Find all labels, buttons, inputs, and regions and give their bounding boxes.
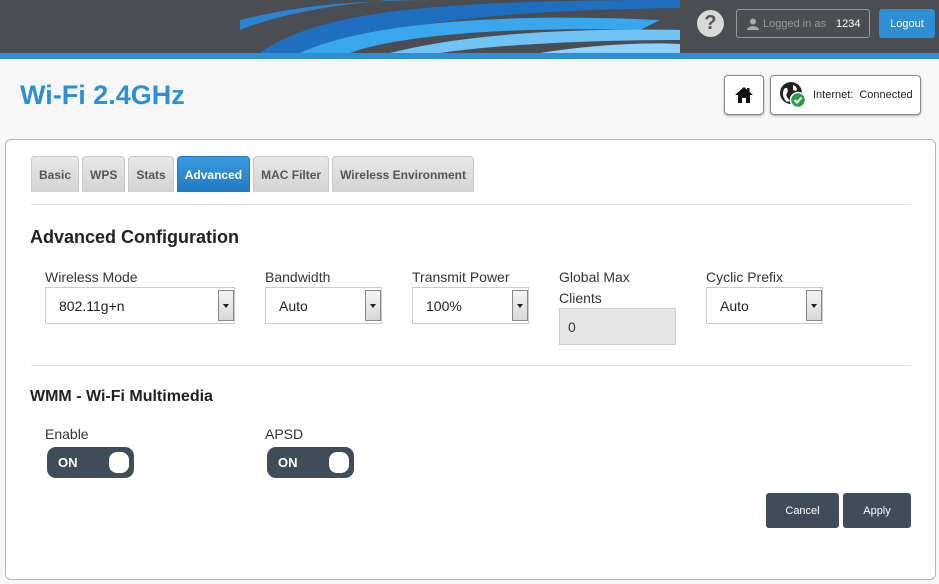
global-max-clients-label-line2: Clients — [559, 290, 602, 306]
divider — [31, 204, 911, 205]
tab-advanced[interactable]: Advanced — [176, 156, 251, 192]
internet-status-value: Connected — [859, 89, 913, 101]
tab-basic[interactable]: Basic — [31, 156, 80, 192]
divider — [31, 365, 911, 366]
logout-button[interactable]: Logout — [879, 9, 935, 38]
cyclic-prefix-select[interactable]: Auto — [706, 287, 823, 324]
section-title-wmm: WMM - Wi-Fi Multimedia — [30, 388, 213, 405]
settings-panel: Basic WPS Stats Advanced MAC Filter Wire… — [5, 139, 936, 580]
global-max-clients-field: 0 — [559, 308, 676, 345]
cyclic-prefix-label: Cyclic Prefix — [706, 269, 784, 285]
user-icon — [747, 18, 759, 30]
page-title: Wi-Fi 2.4GHz — [20, 80, 185, 110]
apply-button[interactable]: Apply — [843, 493, 911, 528]
global-max-clients-label: Global Max Clients — [559, 267, 630, 309]
transmit-power-label: Transmit Power — [412, 269, 510, 285]
bandwidth-label: Bandwidth — [265, 269, 331, 285]
chevron-down-icon — [365, 290, 381, 321]
internet-status-button[interactable]: Internet: Connected — [770, 75, 921, 115]
logged-in-user: 1234 — [836, 17, 861, 30]
transmit-power-select[interactable]: 100% — [412, 287, 529, 324]
tab-bar: Basic WPS Stats Advanced MAC Filter Wire… — [31, 156, 477, 192]
transmit-power-value: 100% — [426, 297, 462, 314]
question-mark-icon: ? — [704, 12, 717, 34]
globe-check-icon — [780, 82, 807, 109]
tab-wireless-environment[interactable]: Wireless Environment — [332, 156, 475, 192]
top-bar: ? Logged in as 1234 Logout — [0, 0, 939, 53]
chevron-down-icon — [806, 290, 822, 321]
global-max-clients-label-line1: Global Max — [559, 269, 630, 285]
wmm-enable-label: Enable — [45, 426, 89, 442]
toggle-knob — [109, 452, 129, 473]
tab-mac-filter[interactable]: MAC Filter — [253, 156, 330, 192]
home-icon — [735, 87, 753, 103]
tab-wps[interactable]: WPS — [82, 156, 126, 192]
brand-swoosh-graphic — [240, 0, 680, 53]
wmm-enable-toggle[interactable]: ON — [47, 447, 134, 478]
wireless-mode-label: Wireless Mode — [45, 269, 138, 285]
chevron-down-icon — [512, 290, 528, 321]
section-title-advanced: Advanced Configuration — [30, 227, 240, 247]
toggle-knob — [329, 452, 349, 473]
apsd-toggle[interactable]: ON — [267, 447, 354, 478]
help-button[interactable]: ? — [697, 10, 724, 37]
apsd-state: ON — [278, 455, 298, 470]
bandwidth-value: Auto — [279, 297, 308, 314]
logged-in-indicator: Logged in as 1234 — [736, 9, 870, 38]
wireless-mode-select[interactable]: 802.11g+n — [45, 287, 235, 324]
cyclic-prefix-value: Auto — [720, 297, 749, 314]
internet-label: Internet: — [813, 89, 854, 101]
chevron-down-icon — [218, 290, 234, 321]
cancel-button[interactable]: Cancel — [766, 493, 839, 528]
bandwidth-select[interactable]: Auto — [265, 287, 382, 324]
top-bar-accent-stripe — [0, 53, 939, 59]
wmm-enable-state: ON — [58, 455, 78, 470]
apsd-label: APSD — [265, 426, 304, 442]
logged-in-label: Logged in as — [763, 17, 826, 30]
wireless-mode-value: 802.11g+n — [59, 297, 125, 314]
home-button[interactable] — [724, 75, 764, 115]
tab-stats[interactable]: Stats — [128, 156, 174, 192]
